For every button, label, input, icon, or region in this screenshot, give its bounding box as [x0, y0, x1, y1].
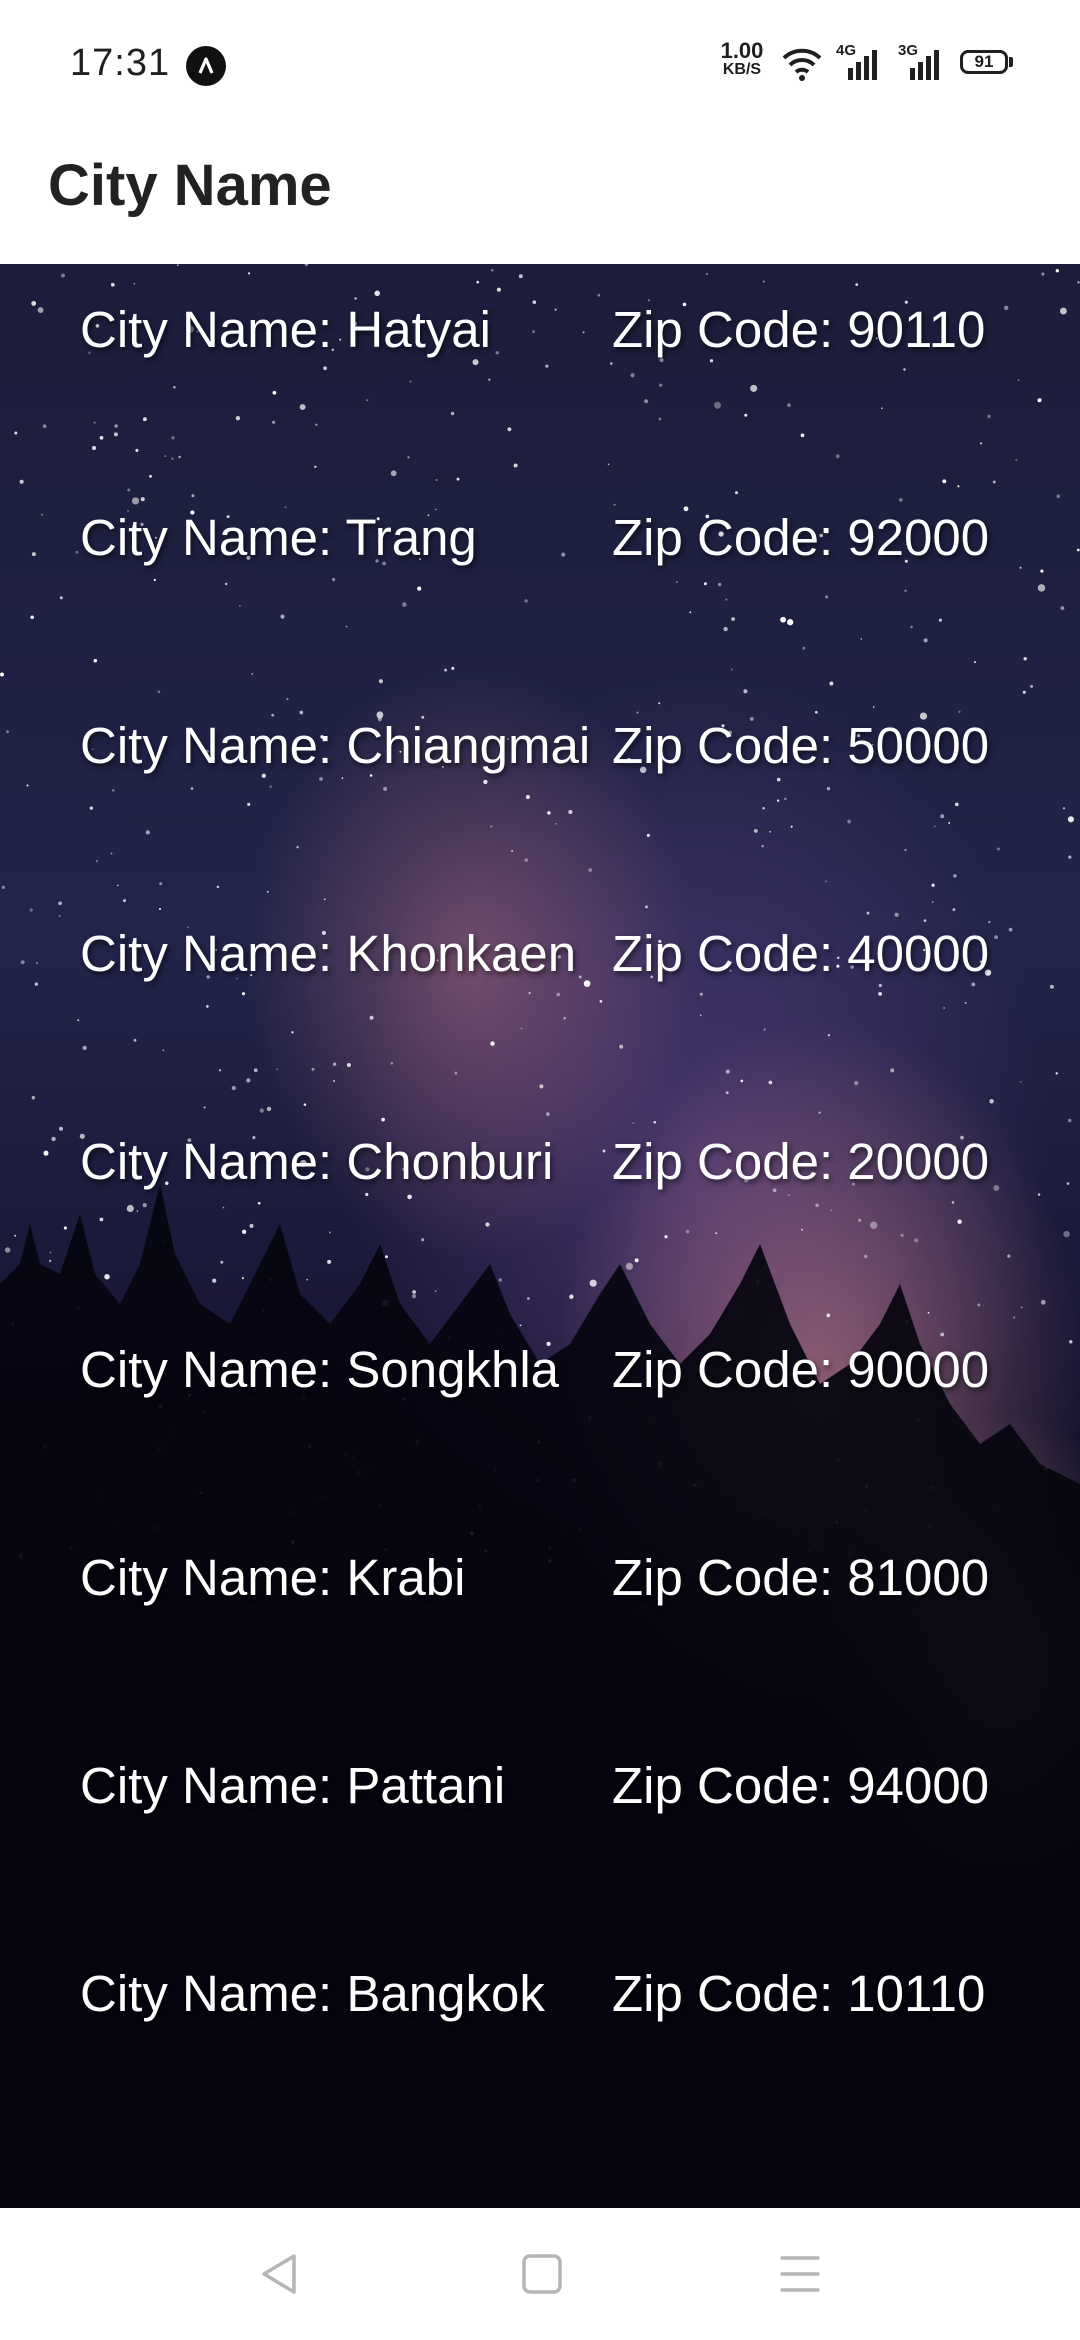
list-item[interactable]: City Name: Chiangmai Zip Code: 50000 [0, 716, 1080, 806]
city-name-label: City Name: Chiangmai [80, 717, 591, 774]
zip-code-label: Zip Code: 90000 [612, 1341, 990, 1398]
home-square-icon[interactable] [512, 2246, 572, 2302]
network-speed: 1.00 KB/S [714, 40, 770, 78]
list-item[interactable]: City Name: Khonkaen Zip Code: 40000 [0, 924, 1080, 1014]
signal-bars-icon: 4G [836, 42, 884, 82]
back-triangle-icon[interactable] [250, 2246, 310, 2302]
battery-level: 91 [974, 52, 994, 71]
city-name-label: City Name: Bangkok [80, 1965, 545, 2022]
city-list[interactable]: City Name: Hatyai Zip Code: 90110 City N… [0, 264, 1080, 2208]
list-item[interactable]: City Name: Krabi Zip Code: 81000 [0, 1548, 1080, 1638]
app-bar: City Name [0, 130, 1080, 264]
menu-lines-icon[interactable] [770, 2246, 830, 2302]
city-name-label: City Name: Trang [80, 509, 477, 566]
status-time: 17:31 [70, 42, 171, 84]
city-name-label: City Name: Hatyai [80, 301, 491, 358]
list-item[interactable]: City Name: Bangkok Zip Code: 10110 [0, 1964, 1080, 2054]
zip-code-label: Zip Code: 94000 [612, 1757, 990, 1814]
network-speed-unit: KB/S [722, 61, 762, 78]
zip-code-label: Zip Code: 40000 [612, 925, 990, 982]
zip-code-label: Zip Code: 92000 [612, 509, 990, 566]
list-item[interactable]: City Name: Chonburi Zip Code: 20000 [0, 1132, 1080, 1222]
list-item[interactable]: City Name: Pattani Zip Code: 94000 [0, 1756, 1080, 1846]
list-item[interactable]: City Name: Songkhla Zip Code: 90000 [0, 1340, 1080, 1430]
battery-icon: 91 [960, 50, 1016, 78]
network-speed-value: 1.00 [720, 38, 764, 63]
status-indicators: 1.00 KB/S 4G 3G 91 [714, 40, 1044, 90]
navigation-arrow-icon [186, 46, 226, 86]
zip-code-label: Zip Code: 50000 [612, 717, 990, 774]
zip-code-label: Zip Code: 10110 [612, 1965, 986, 2022]
city-name-label: City Name: Khonkaen [80, 925, 577, 982]
page-title: City Name [48, 153, 332, 218]
city-name-label: City Name: Songkhla [80, 1341, 560, 1398]
city-name-label: City Name: Chonburi [80, 1133, 554, 1190]
city-name-label: City Name: Krabi [80, 1549, 466, 1606]
zip-code-label: Zip Code: 90110 [612, 301, 986, 358]
wifi-icon [782, 48, 822, 81]
navigation-bar [0, 2208, 1080, 2340]
list-item[interactable]: City Name: Trang Zip Code: 92000 [0, 508, 1080, 598]
signal-bars-icon: 3G [898, 42, 946, 82]
city-name-label: City Name: Pattani [80, 1757, 506, 1814]
status-bar: 17:31 1.00 KB/S 4G 3G 91 [0, 0, 1080, 130]
zip-code-label: Zip Code: 81000 [612, 1549, 990, 1606]
zip-code-label: Zip Code: 20000 [612, 1133, 990, 1190]
list-item[interactable]: City Name: Hatyai Zip Code: 90110 [0, 300, 1080, 390]
